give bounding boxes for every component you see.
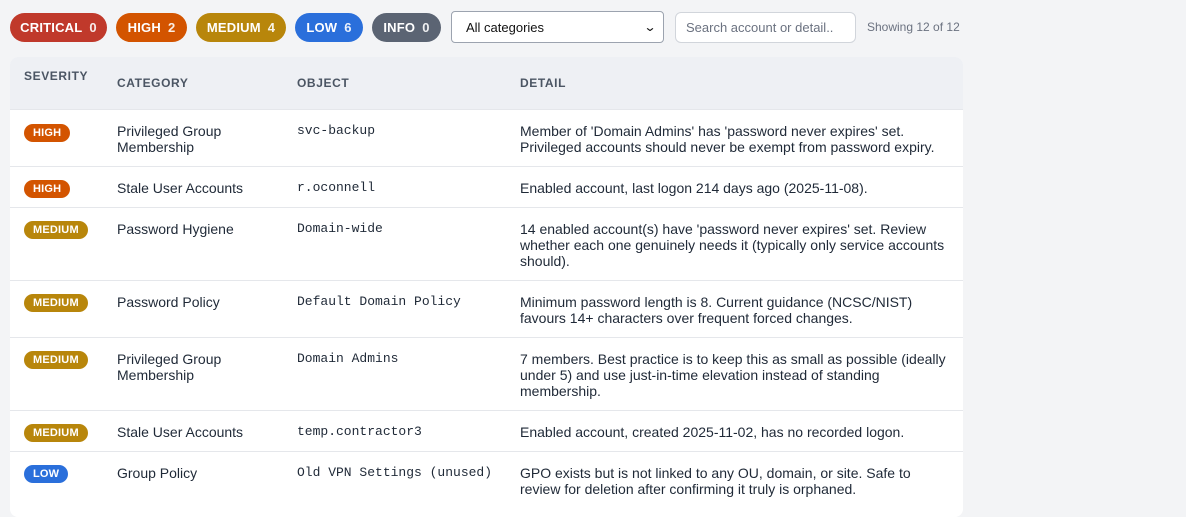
table-row[interactable]: MEDIUM Stale User Accounts temp.contract… bbox=[10, 410, 963, 452]
category-cell: Group Policy bbox=[117, 465, 198, 481]
severity-cell: MEDIUM bbox=[24, 293, 88, 312]
filter-medium-button[interactable]: MEDIUM 4 bbox=[196, 12, 286, 42]
category-select-value: All categories bbox=[466, 19, 545, 35]
filter-critical-button[interactable]: CRITICAL 0 bbox=[10, 12, 107, 42]
category-cell: Stale User Accounts bbox=[117, 424, 244, 440]
search-input[interactable] bbox=[675, 11, 856, 43]
findings-table: SEVERITY CATEGORY OBJECT DETAIL HIGH Pri… bbox=[10, 57, 963, 517]
object-cell: Default Domain Policy bbox=[297, 294, 461, 309]
severity-cell: LOW bbox=[24, 464, 69, 483]
object-cell: Old VPN Settings (unused) bbox=[297, 465, 493, 480]
object-cell: r.oconnell bbox=[297, 180, 376, 195]
table-header: SEVERITY CATEGORY OBJECT DETAIL bbox=[10, 57, 963, 109]
filter-low-button[interactable]: LOW 6 bbox=[295, 12, 363, 42]
severity-badge: HIGH bbox=[24, 124, 71, 142]
severity-cell: HIGH bbox=[24, 123, 71, 142]
severity-badge: MEDIUM bbox=[24, 424, 88, 442]
category-cell: Privileged Group Membership bbox=[117, 123, 222, 155]
detail-cell: 14 enabled account(s) have 'password nev… bbox=[520, 221, 945, 269]
filter-medium-label: MEDIUM bbox=[206, 19, 261, 35]
category-cell: Stale User Accounts bbox=[117, 180, 244, 196]
filter-low-count: 6 bbox=[344, 19, 352, 35]
filter-critical-count: 0 bbox=[89, 19, 97, 35]
severity-cell: HIGH bbox=[24, 179, 71, 198]
category-cell: Privileged Group Membership bbox=[117, 351, 222, 383]
object-cell: Domain-wide bbox=[297, 221, 383, 236]
severity-badge: MEDIUM bbox=[24, 221, 88, 239]
filter-info-count: 0 bbox=[422, 19, 430, 35]
table-row[interactable]: LOW Group Policy Old VPN Settings (unuse… bbox=[10, 451, 963, 517]
filter-high-button[interactable]: HIGH 2 bbox=[116, 12, 187, 42]
filter-critical-label: CRITICAL bbox=[20, 19, 83, 35]
table-row[interactable]: HIGH Stale User Accounts r.oconnell Enab… bbox=[10, 166, 963, 208]
severity-badge: HIGH bbox=[24, 180, 71, 198]
severity-badge: MEDIUM bbox=[24, 351, 88, 369]
detail-cell: Member of 'Domain Admins' has 'password … bbox=[520, 123, 935, 155]
detail-cell: 7 members. Best practice is to keep this… bbox=[520, 351, 946, 399]
table-row[interactable]: MEDIUM Privileged Group Membership Domai… bbox=[10, 337, 963, 411]
category-cell: Password Policy bbox=[117, 294, 220, 310]
table-row[interactable]: MEDIUM Password Hygiene Domain-wide 14 e… bbox=[10, 207, 963, 281]
filter-low-label: LOW bbox=[306, 19, 338, 35]
object-cell: svc-backup bbox=[297, 123, 376, 138]
category-cell: Password Hygiene bbox=[117, 221, 234, 237]
header-object[interactable]: OBJECT bbox=[297, 76, 349, 90]
detail-cell: Enabled account, last logon 214 days ago… bbox=[520, 180, 868, 196]
severity-badge: MEDIUM bbox=[24, 294, 88, 312]
category-select[interactable]: All categories ⌄ bbox=[451, 11, 664, 43]
filter-high-count: 2 bbox=[167, 19, 176, 35]
severity-cell: MEDIUM bbox=[24, 423, 88, 442]
severity-cell: MEDIUM bbox=[24, 350, 88, 369]
chevron-down-icon: ⌄ bbox=[643, 20, 657, 34]
table-row[interactable]: MEDIUM Password Policy Default Domain Po… bbox=[10, 280, 963, 338]
detail-cell: Minimum password length is 8. Current gu… bbox=[520, 294, 913, 326]
filter-high-label: HIGH bbox=[127, 19, 161, 35]
detail-cell: Enabled account, created 2025-11-02, has… bbox=[520, 424, 905, 440]
showing-count: Showing 12 of 12 bbox=[867, 20, 960, 34]
filter-toolbar: CRITICAL 0 HIGH 2 MEDIUM 4 LOW 6 INFO 0 … bbox=[10, 11, 960, 43]
filter-info-label: INFO bbox=[383, 19, 416, 35]
object-cell: temp.contractor3 bbox=[297, 424, 422, 439]
header-category[interactable]: CATEGORY bbox=[117, 76, 188, 90]
detail-cell: GPO exists but is not linked to any OU, … bbox=[520, 465, 911, 497]
filter-info-button[interactable]: INFO 0 bbox=[372, 12, 441, 42]
severity-cell: MEDIUM bbox=[24, 220, 88, 239]
table-row[interactable]: HIGH Privileged Group Membership svc-bac… bbox=[10, 109, 963, 167]
header-severity[interactable]: SEVERITY bbox=[24, 69, 88, 83]
severity-badge: LOW bbox=[24, 465, 69, 483]
object-cell: Domain Admins bbox=[297, 351, 399, 366]
header-detail[interactable]: DETAIL bbox=[520, 76, 566, 90]
filter-medium-count: 4 bbox=[267, 19, 276, 35]
